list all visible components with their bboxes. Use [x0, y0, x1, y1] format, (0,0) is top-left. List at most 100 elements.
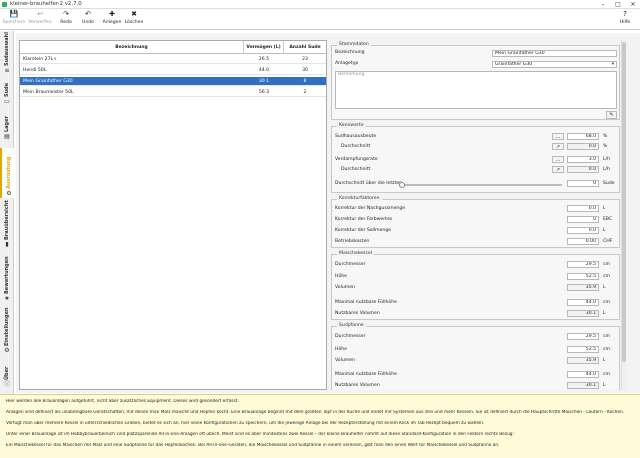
table-row[interactable]: Hendi 50L 44.0 30: [20, 66, 326, 75]
sidebar-item-bewertungen[interactable]: Bewertungen ★: [0, 253, 14, 303]
nachguss-label: Korrektur der Nachgussmenge: [335, 206, 406, 211]
sp-durchmesser-label: Durchmesser: [335, 334, 366, 339]
evap-calc-button[interactable]: …: [552, 156, 564, 163]
type-select[interactable]: Grainfather G30 ▾: [492, 61, 617, 68]
sidebar-item-lager[interactable]: Lager ▤: [0, 111, 14, 141]
apply-avg2-button[interactable]: ↗: [552, 166, 564, 173]
last-field[interactable]: 0: [567, 180, 599, 187]
redo-icon: ↷: [63, 10, 69, 18]
farbwert-field[interactable]: 0: [567, 216, 599, 223]
group-title: Kennwerte: [337, 123, 366, 128]
sp-durchmesser-unit: cm: [603, 334, 611, 339]
sp-durchmesser-field[interactable]: 29.5: [567, 333, 599, 340]
table-row-selected[interactable]: Mein Grainfather G30 30.1 8: [20, 77, 326, 86]
sha-field[interactable]: 68.0: [567, 133, 599, 140]
mk-volumen-unit: L: [603, 285, 606, 290]
sidebar-item-sudauswahl[interactable]: Sudauswahl ≡: [0, 32, 14, 75]
sidebar-item-label: Sude: [4, 82, 10, 97]
mk-durchmesser-unit: cm: [603, 262, 611, 267]
sidebar-item-ueber[interactable]: Über ⓘ: [0, 359, 14, 389]
edit-notes-button[interactable]: ✎: [606, 111, 617, 119]
mk-hoehe-field[interactable]: 52.5: [567, 273, 599, 280]
evap-label: Verdampfungsrate: [335, 157, 378, 162]
avg1-label: Durchschnitt: [341, 144, 371, 149]
redo-button[interactable]: ↷ Redo: [54, 10, 78, 29]
settings-icon: ⚙: [4, 347, 10, 354]
info-text: Unter einer Brauanlage ist im Hobbybraue…: [6, 432, 514, 437]
type-label: Anlagetyp: [335, 61, 359, 66]
table-row[interactable]: Klarstein 27L+ 26.5 23: [20, 55, 326, 64]
add-icon: ✚: [109, 10, 115, 18]
mk-nutzvolumen-field: 30.1: [567, 310, 599, 317]
mk-durchmesser-label: Durchmesser: [335, 262, 366, 267]
sha-label: Sudhausausbeute: [335, 134, 377, 139]
sollmenge-unit: L: [603, 228, 606, 233]
add-button[interactable]: ✚ Anlegen: [100, 10, 124, 29]
undo-icon: ↶: [85, 10, 91, 18]
pot-icon: ▭: [4, 98, 10, 105]
star-icon: ★: [4, 295, 10, 302]
notes-field[interactable]: Bemerkung: [335, 71, 617, 109]
sp-fuellhoehe-field[interactable]: 44.0: [567, 371, 599, 378]
info-text: Anlagen sind definiert als unabdingbare …: [6, 410, 625, 415]
save-button[interactable]: 💾 Speichern: [2, 10, 26, 29]
help-button[interactable]: ? Hilfe: [613, 10, 637, 29]
kosten-field[interactable]: 0.00: [567, 238, 599, 245]
minimize-button[interactable]: –: [596, 0, 610, 9]
last-slider[interactable]: [400, 184, 562, 186]
sudpfanne-group: Sudpfanne Durchmesser 29.5 cm Höhe 52.5 …: [331, 323, 620, 390]
cell-volume: 44.0: [258, 68, 270, 73]
korrektur-group: Korrekturfaktoren Korrektur der Nachguss…: [331, 196, 620, 248]
sidebar: Sudauswahl ≡ Sude ▭ Lager ▤ Ausrüstung ⚙ Bra…: [0, 31, 14, 394]
cell-name: Hendi 50L: [23, 68, 47, 73]
sidebar-item-einstellungen[interactable]: Einstellungen ⚙: [0, 307, 14, 355]
scrollbar-thumb[interactable]: [622, 42, 626, 362]
group-title: Maischekessel: [337, 251, 374, 256]
details-scrollbar[interactable]: [621, 40, 626, 390]
sp-hoehe-field[interactable]: 52.5: [567, 346, 599, 353]
mk-volumen-field: 35.9: [567, 284, 599, 291]
apply-avg1-button[interactable]: ↗: [552, 143, 564, 150]
table-row[interactable]: Mein Braumeister 50L 56.3 2: [20, 88, 326, 97]
close-button[interactable]: ✕: [626, 0, 640, 9]
sha-calc-button[interactable]: …: [552, 133, 564, 140]
sp-fuellhoehe-unit: cm: [603, 372, 611, 377]
cell-name: Klarstein 27L+: [23, 57, 57, 62]
sp-nutzvolumen-field: 30.1: [567, 382, 599, 389]
mk-fuellhoehe-label: Maximal nutzbare Füllhöhe: [335, 300, 397, 305]
farbwert-label: Korrektur der Farbwertes: [335, 217, 393, 222]
info-icon: ⓘ: [3, 381, 10, 388]
delete-button[interactable]: ✖ Löschen: [122, 10, 146, 29]
last-slider-handle[interactable]: [399, 182, 405, 188]
nachguss-unit: L: [603, 206, 606, 211]
mk-hoehe-unit: cm: [603, 274, 611, 279]
maximize-button[interactable]: □: [611, 0, 625, 9]
sidebar-item-brauuebersicht[interactable]: Brauübersicht ▮: [0, 200, 14, 249]
undo-button[interactable]: ↶ Undo: [76, 10, 100, 29]
header-volume[interactable]: Vermögen (L): [244, 41, 284, 54]
app-icon: [2, 2, 7, 7]
info-text: Ein Maischekessel für das Maischen mit M…: [6, 443, 500, 448]
header-name[interactable]: Bezeichnung: [20, 41, 244, 54]
delete-icon: ✖: [131, 10, 137, 18]
mk-durchmesser-field[interactable]: 29.5: [567, 261, 599, 268]
sollmenge-field[interactable]: 0.0: [567, 227, 599, 234]
sidebar-item-ausruestung[interactable]: Ausrüstung ⚙: [0, 148, 14, 198]
table-header: Bezeichnung Vermögen (L) Anzahl Sude: [20, 41, 326, 54]
maischekessel-group: Maischekessel Durchmesser 29.5 cm Höhe 5…: [331, 251, 620, 320]
avg1-unit: %: [603, 144, 608, 149]
discard-button[interactable]: ↩ Verwerfen: [28, 10, 52, 29]
header-count[interactable]: Anzahl Sude: [284, 41, 326, 54]
name-field[interactable]: Mein Grainfather G30: [492, 50, 617, 57]
list-icon: ≡: [4, 67, 10, 74]
nachguss-field[interactable]: 0.0: [567, 205, 599, 212]
help-icon: ?: [623, 10, 627, 18]
evap-field[interactable]: 3.0: [567, 156, 599, 163]
avg2-label: Durchschnitt: [341, 167, 371, 172]
mk-fuellhoehe-field[interactable]: 44.0: [567, 299, 599, 306]
sidebar-item-sude[interactable]: Sude ▭: [0, 80, 14, 106]
info-text: Verfügt man über mehrere Kessel in unter…: [6, 421, 485, 426]
kosten-unit: CHF: [603, 239, 613, 244]
save-icon: 💾: [9, 10, 19, 18]
discard-icon: ↩: [37, 10, 43, 18]
